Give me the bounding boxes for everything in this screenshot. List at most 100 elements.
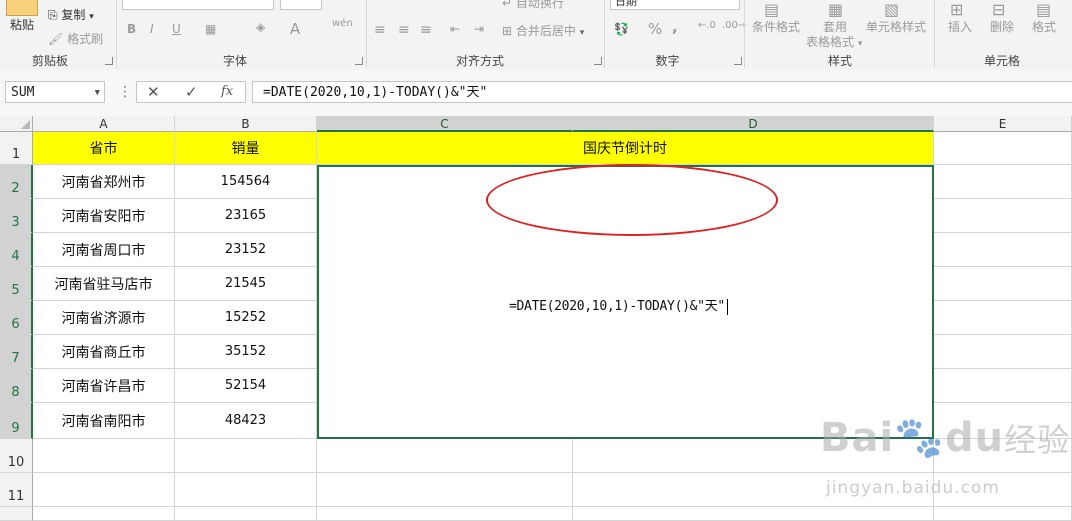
cell-styles-button[interactable]: 单元格样式 [866,18,926,35]
table-cell-sales[interactable]: 21545 [175,267,317,301]
cell-styles-icon[interactable]: ▧ [884,0,899,19]
phonetic-button[interactable]: wén [332,18,353,29]
table-cell-sales[interactable]: 48423 [175,403,317,439]
alignment-launcher-icon[interactable] [594,57,602,65]
insert-cells-icon[interactable]: ⊞ [950,0,963,19]
table-cell-city[interactable]: 河南省商丘市 [33,335,175,369]
fill-color-icon[interactable]: ◈ [256,20,265,34]
cell-a1[interactable]: 省市 [33,132,175,165]
table-cell-sales[interactable]: 52154 [175,369,317,403]
empty-cell[interactable] [175,473,317,507]
align-center-icon[interactable]: ≡ [398,22,410,38]
formula-input[interactable]: =DATE(2020,10,1)-TODAY()&"天" [252,81,1072,103]
empty-cell[interactable] [33,507,175,521]
more-options-icon[interactable]: ⋮ [118,84,132,100]
font-size-select[interactable] [280,0,322,10]
table-cell-city[interactable]: 河南省安阳市 [33,199,175,233]
format-painter-button[interactable]: 🖌 格式刷 [48,30,103,47]
table-cell-city[interactable]: 河南省许昌市 [33,369,175,403]
empty-cell[interactable] [573,507,934,521]
conditional-format-icon[interactable]: ▤ [764,0,779,19]
insert-cells-button[interactable]: 插入 [948,18,972,35]
empty-cell[interactable] [175,507,317,521]
empty-cell[interactable] [934,165,1072,199]
column-header-e[interactable]: E [934,116,1072,132]
underline-button[interactable]: U [172,22,181,36]
decrease-decimal-icon[interactable]: .00→ [722,20,746,31]
bold-button[interactable]: B [127,22,136,36]
row-header[interactable]: 5 [0,267,33,301]
delete-cells-icon[interactable]: ⊟ [992,0,1005,19]
italic-button[interactable]: I [150,22,154,36]
empty-cell[interactable] [934,267,1072,301]
merge-center-button[interactable]: ⊞ 合并后居中 ▾ [502,22,584,39]
empty-cell[interactable] [934,199,1072,233]
empty-cell[interactable] [33,473,175,507]
row-header[interactable]: 2 [0,165,33,199]
format-cells-button[interactable]: 格式 [1032,18,1056,35]
empty-cell[interactable] [934,301,1072,335]
select-all-corner[interactable] [0,116,33,132]
row-header[interactable]: 8 [0,369,33,403]
decrease-indent-icon[interactable]: ⇤ [450,22,460,36]
column-header-c[interactable]: C [317,116,573,132]
empty-cell[interactable] [317,473,573,507]
cell-edit-text[interactable]: =DATE(2020,10,1)-TODAY()&"天" [509,295,728,315]
align-right-icon[interactable]: ≡ [420,22,432,38]
percent-button[interactable]: % [648,20,662,38]
currency-icon[interactable]: 💱 [614,22,629,36]
table-cell-city[interactable]: 河南省济源市 [33,301,175,335]
row-header[interactable]: 6 [0,301,33,335]
empty-cell[interactable] [33,439,175,473]
table-cell-sales[interactable]: 35152 [175,335,317,369]
column-header-d[interactable]: D [573,116,934,132]
name-box[interactable]: SUM ▼ [5,81,105,103]
number-format-select[interactable]: 日期 [610,0,740,10]
table-cell-city[interactable]: 河南省南阳市 [33,403,175,439]
row-header[interactable]: 3 [0,199,33,233]
conditional-format-button[interactable]: 条件格式 [752,18,800,35]
column-header-b[interactable]: B [175,116,317,132]
clipboard-launcher-icon[interactable] [105,57,113,65]
borders-icon[interactable]: ▦ [205,22,216,36]
comma-button[interactable]: , [672,18,678,36]
empty-cell[interactable] [934,369,1072,403]
column-header-a[interactable]: A [33,116,175,132]
empty-cell[interactable] [317,439,573,473]
cell-b1[interactable]: 销量 [175,132,317,165]
cell-c1-d1-merged[interactable]: 国庆节倒计时 [317,132,934,165]
empty-cell[interactable] [175,439,317,473]
empty-cell[interactable] [934,233,1072,267]
table-cell-sales[interactable]: 23165 [175,199,317,233]
table-cell-city[interactable]: 河南省郑州市 [33,165,175,199]
empty-cell[interactable] [934,507,1072,521]
table-cell-city[interactable]: 河南省周口市 [33,233,175,267]
empty-cell[interactable] [317,507,573,521]
format-cells-icon[interactable]: ▤ [1036,0,1051,19]
insert-function-icon[interactable]: fx [221,84,233,99]
row-header[interactable]: 7 [0,335,33,369]
name-box-dropdown-icon[interactable]: ▼ [95,82,100,104]
paste-button[interactable]: 粘贴 [10,16,34,33]
number-launcher-icon[interactable] [734,57,742,65]
table-cell-sales[interactable]: 15252 [175,301,317,335]
row-header[interactable]: 4 [0,233,33,267]
font-color-button[interactable]: A [290,20,300,38]
row-header[interactable]: 1 [0,132,33,165]
delete-cells-button[interactable]: 删除 [990,18,1014,35]
empty-cell[interactable] [934,335,1072,369]
align-left-icon[interactable]: ≡ [374,22,386,38]
font-name-select[interactable] [122,0,274,10]
cancel-icon[interactable]: ✕ [147,83,160,101]
font-launcher-icon[interactable] [355,57,363,65]
row-header[interactable]: 11 [0,473,33,507]
cell-e1[interactable] [934,132,1072,165]
table-format-icon[interactable]: ▦ [828,0,843,19]
table-cell-city[interactable]: 河南省驻马店市 [33,267,175,301]
table-cell-sales[interactable]: 154564 [175,165,317,199]
increase-decimal-icon[interactable]: ←.0 [698,20,716,31]
enter-icon[interactable]: ✓ [185,83,198,101]
copy-button[interactable]: ⎘ 复制 ▾ [48,6,94,23]
row-header[interactable]: 10 [0,439,33,473]
increase-indent-icon[interactable]: ⇥ [474,22,484,36]
